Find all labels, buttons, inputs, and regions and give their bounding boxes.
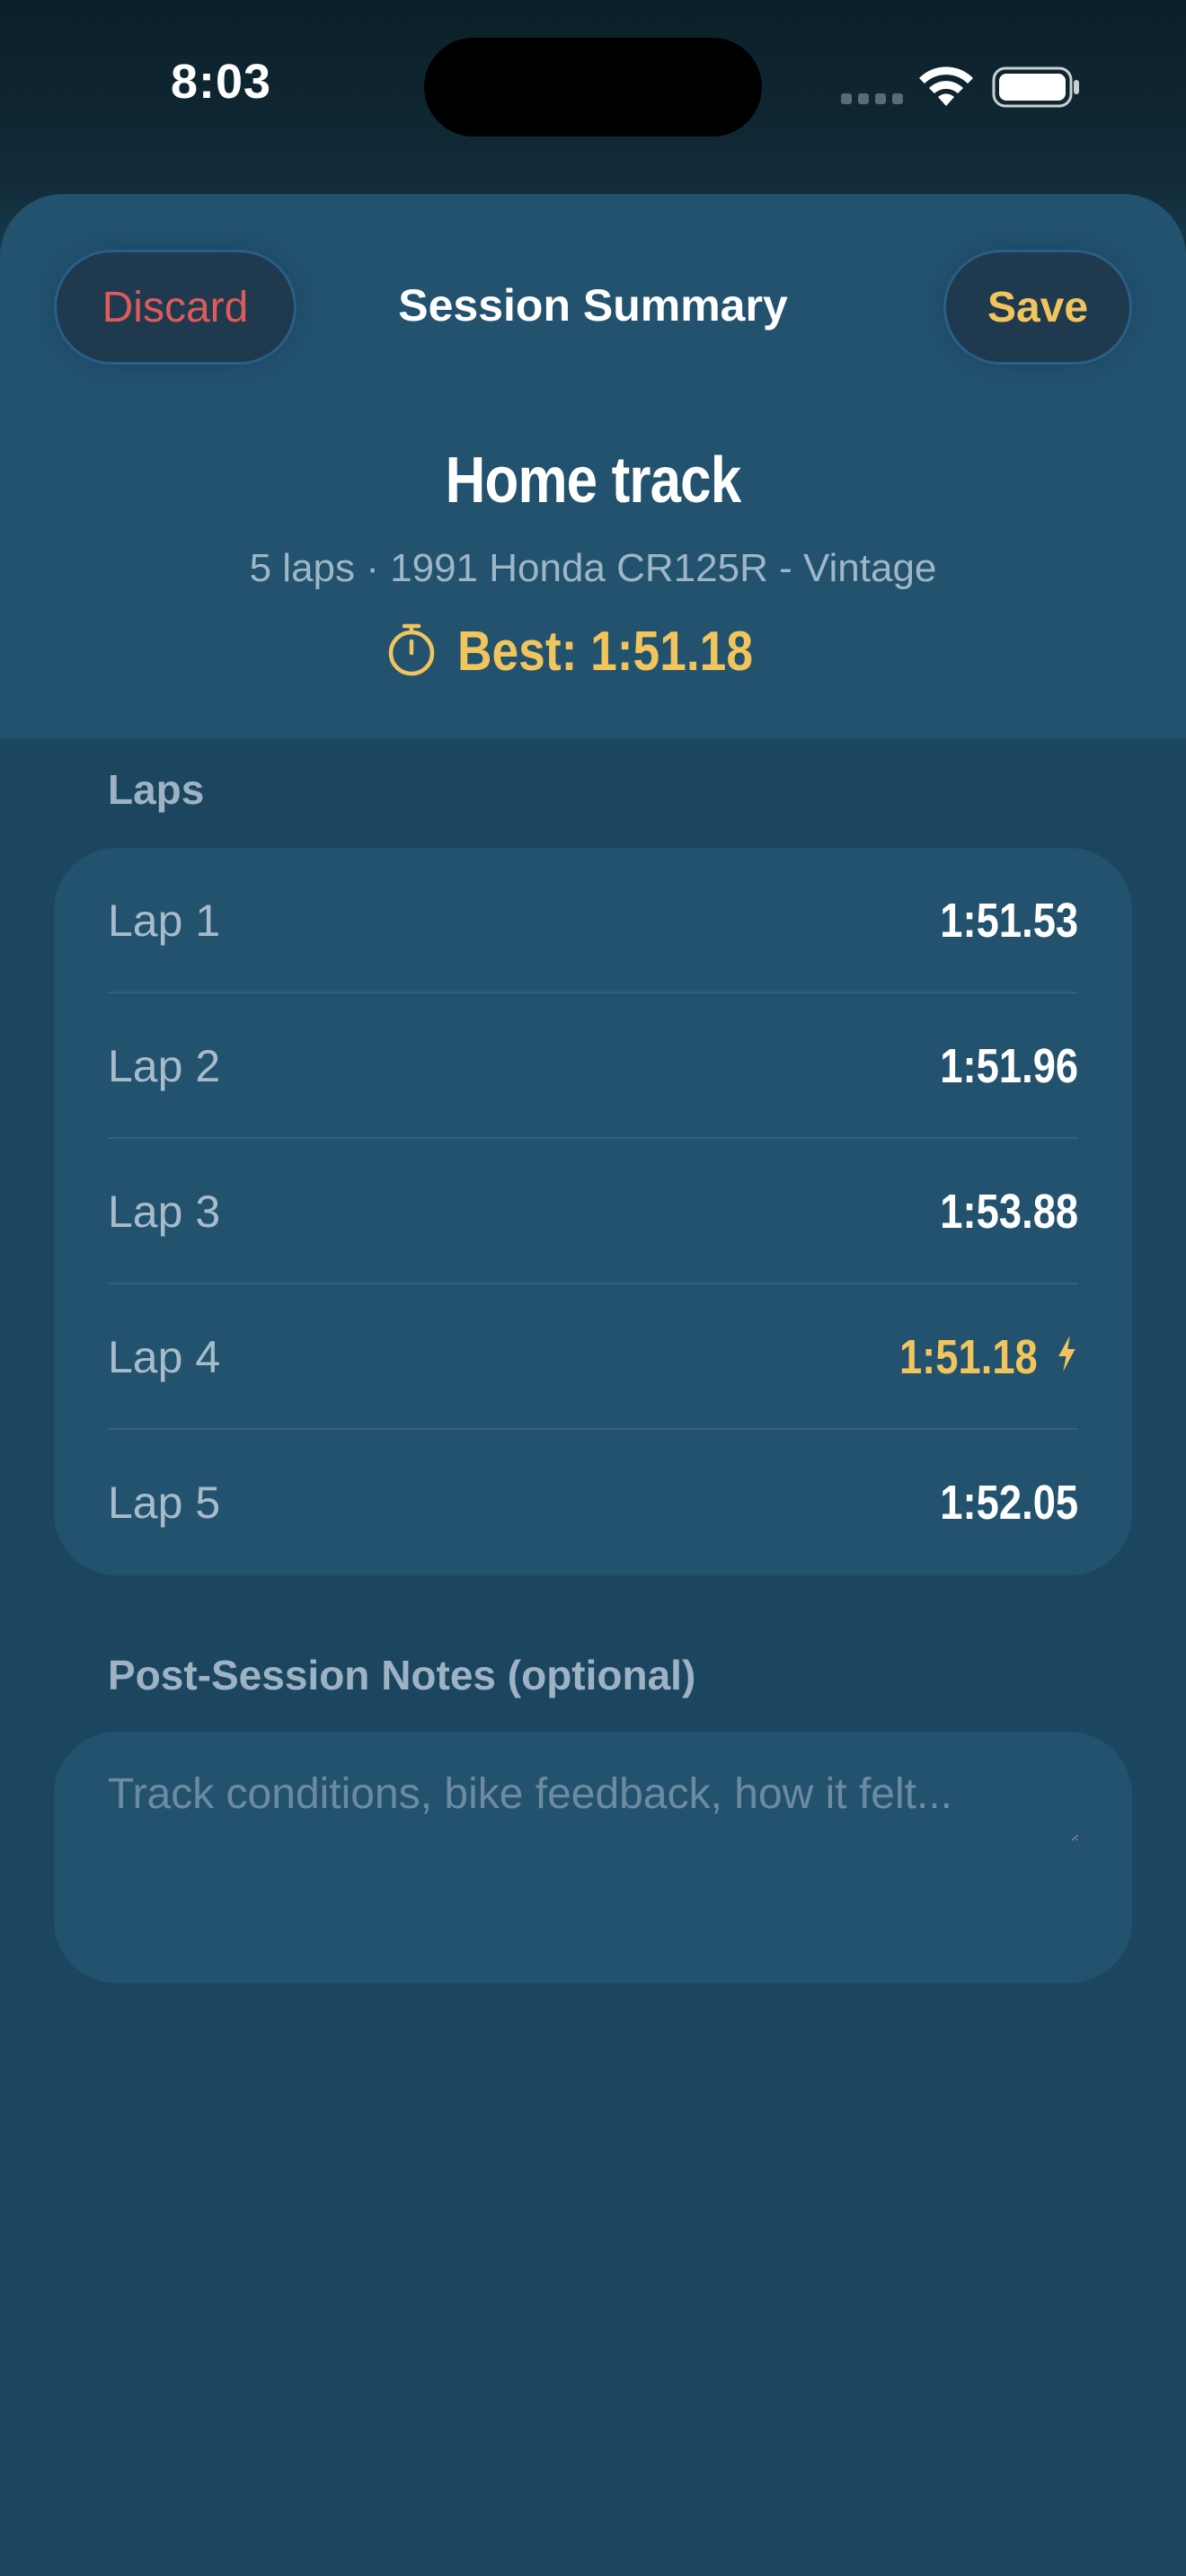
lap-label: Lap 1 — [108, 895, 221, 946]
best-lap-summary: Best: 1:51.18 — [0, 620, 1186, 684]
dynamic-island — [424, 38, 762, 137]
lap-row: Lap 5 1:52.05 — [108, 1430, 1078, 1575]
wifi-icon — [916, 63, 976, 112]
lap-label: Lap 4 — [108, 1332, 221, 1382]
cellular-signal-icon — [841, 93, 904, 106]
battery-icon — [992, 66, 1082, 112]
lap-time: 1:53.88 — [940, 1185, 1078, 1239]
session-summary-sheet: Discard Session Summary Save Home track … — [0, 194, 1186, 2576]
laps-section-label: Laps — [108, 766, 205, 813]
lap-time: 1:52.05 — [940, 1476, 1078, 1530]
status-time: 8:03 — [171, 55, 272, 109]
lap-label: Lap 3 — [108, 1187, 221, 1237]
lap-row: Lap 2 1:51.96 — [108, 993, 1078, 1139]
notes-field-container — [54, 1732, 1132, 1983]
lap-label: Lap 5 — [108, 1478, 221, 1528]
lap-label: Lap 2 — [108, 1041, 221, 1091]
session-meta: 5 laps · 1991 Honda CR125R - Vintage — [249, 546, 937, 590]
lap-row: Lap 1 1:51.53 — [108, 848, 1078, 993]
screen: 8:03 Discard Session Summary Save Home t… — [0, 0, 1186, 2576]
track-name: Home track — [445, 445, 742, 516]
best-time: Best: 1:51.18 — [456, 621, 753, 683]
laps-list: Lap 1 1:51.53 Lap 2 1:51.96 Lap 3 1:53.8… — [54, 848, 1132, 1575]
stopwatch-icon — [385, 622, 438, 682]
lap-time-best: 1:51.18 — [899, 1329, 1078, 1385]
lap-row: Lap 4 1:51.18 — [108, 1284, 1078, 1430]
lap-row: Lap 3 1:53.88 — [108, 1139, 1078, 1284]
bolt-icon — [1056, 1329, 1078, 1385]
lap-time: 1:51.53 — [940, 894, 1078, 948]
save-button[interactable]: Save — [943, 250, 1132, 365]
notes-section-label: Post-Session Notes (optional) — [108, 1652, 696, 1698]
lap-time: 1:51.96 — [940, 1039, 1078, 1093]
sheet-header: Discard Session Summary Save Home track … — [0, 194, 1186, 738]
notes-field[interactable] — [108, 1769, 1078, 1841]
